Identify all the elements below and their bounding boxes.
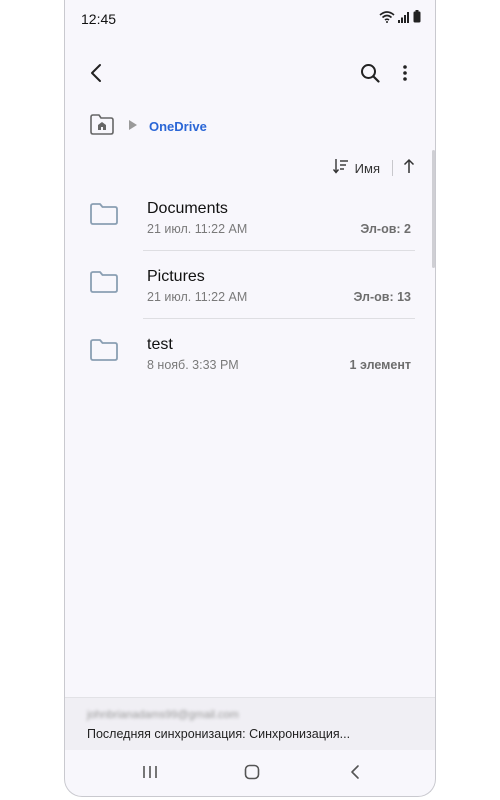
folder-icon	[89, 202, 119, 231]
nav-back-icon	[350, 764, 360, 785]
account-email: johnbrianadams99@gmail.com	[87, 709, 239, 721]
sort-label: Имя	[354, 160, 380, 176]
wifi-icon	[379, 10, 395, 28]
nav-back-button[interactable]	[342, 763, 368, 785]
system-nav-bar	[65, 750, 435, 796]
item-count: Эл-ов: 2	[360, 222, 411, 236]
item-count: 1 элемент	[349, 358, 411, 372]
account-footer: johnbrianadams99@gmail.com Последняя син…	[65, 697, 435, 750]
more-options-button[interactable]	[387, 57, 423, 93]
file-list: Documents 21 июл. 11:22 AM Эл-ов: 2 Pict…	[65, 183, 435, 387]
home-icon	[244, 764, 260, 785]
breadcrumb: OneDrive	[89, 113, 207, 139]
home-folder-icon	[89, 113, 115, 139]
search-icon	[360, 63, 380, 88]
sort-button[interactable]: Имя	[332, 158, 380, 179]
signal-icon	[398, 10, 410, 28]
list-item[interactable]: Documents 21 июл. 11:22 AM Эл-ов: 2	[65, 183, 435, 251]
item-name: Pictures	[147, 268, 205, 285]
back-button[interactable]	[78, 57, 114, 93]
more-vert-icon	[402, 63, 408, 88]
list-item[interactable]: test 8 нояб. 3:33 PM 1 элемент	[65, 319, 435, 387]
status-icons	[379, 10, 421, 28]
breadcrumb-current[interactable]: OneDrive	[149, 119, 207, 134]
status-bar: 12:45	[65, 0, 435, 36]
sort-bar: Имя	[332, 156, 415, 180]
recents-button[interactable]	[137, 763, 163, 785]
list-item[interactable]: Pictures 21 июл. 11:22 AM Эл-ов: 13	[65, 251, 435, 319]
sort-direction-button[interactable]	[403, 158, 415, 179]
status-time: 12:45	[81, 11, 117, 27]
home-button[interactable]	[239, 763, 265, 785]
phone-screen: 12:45 OneDrive Имя Documents 21 июл. 11:…	[64, 0, 436, 797]
arrow-up-icon	[403, 158, 415, 178]
sync-status: Последняя синхронизация: Синхронизация..…	[87, 727, 351, 741]
item-name: Documents	[147, 200, 228, 217]
item-name: test	[147, 336, 173, 353]
breadcrumb-home-button[interactable]	[89, 113, 115, 140]
item-date: 8 нояб. 3:33 PM	[147, 358, 239, 372]
folder-icon	[89, 338, 119, 367]
triangle-right-icon	[129, 117, 137, 135]
back-arrow-icon	[89, 63, 103, 88]
search-button[interactable]	[352, 57, 388, 93]
item-date: 21 июл. 11:22 AM	[147, 290, 248, 304]
battery-icon	[413, 10, 421, 28]
item-date: 21 июл. 11:22 AM	[147, 222, 248, 236]
item-count: Эл-ов: 13	[353, 290, 411, 304]
app-bar	[65, 55, 435, 95]
scrollbar-handle[interactable]	[432, 150, 435, 268]
sort-divider	[392, 160, 393, 176]
recents-icon	[142, 765, 158, 784]
sort-icon	[332, 158, 349, 179]
folder-icon	[89, 270, 119, 299]
